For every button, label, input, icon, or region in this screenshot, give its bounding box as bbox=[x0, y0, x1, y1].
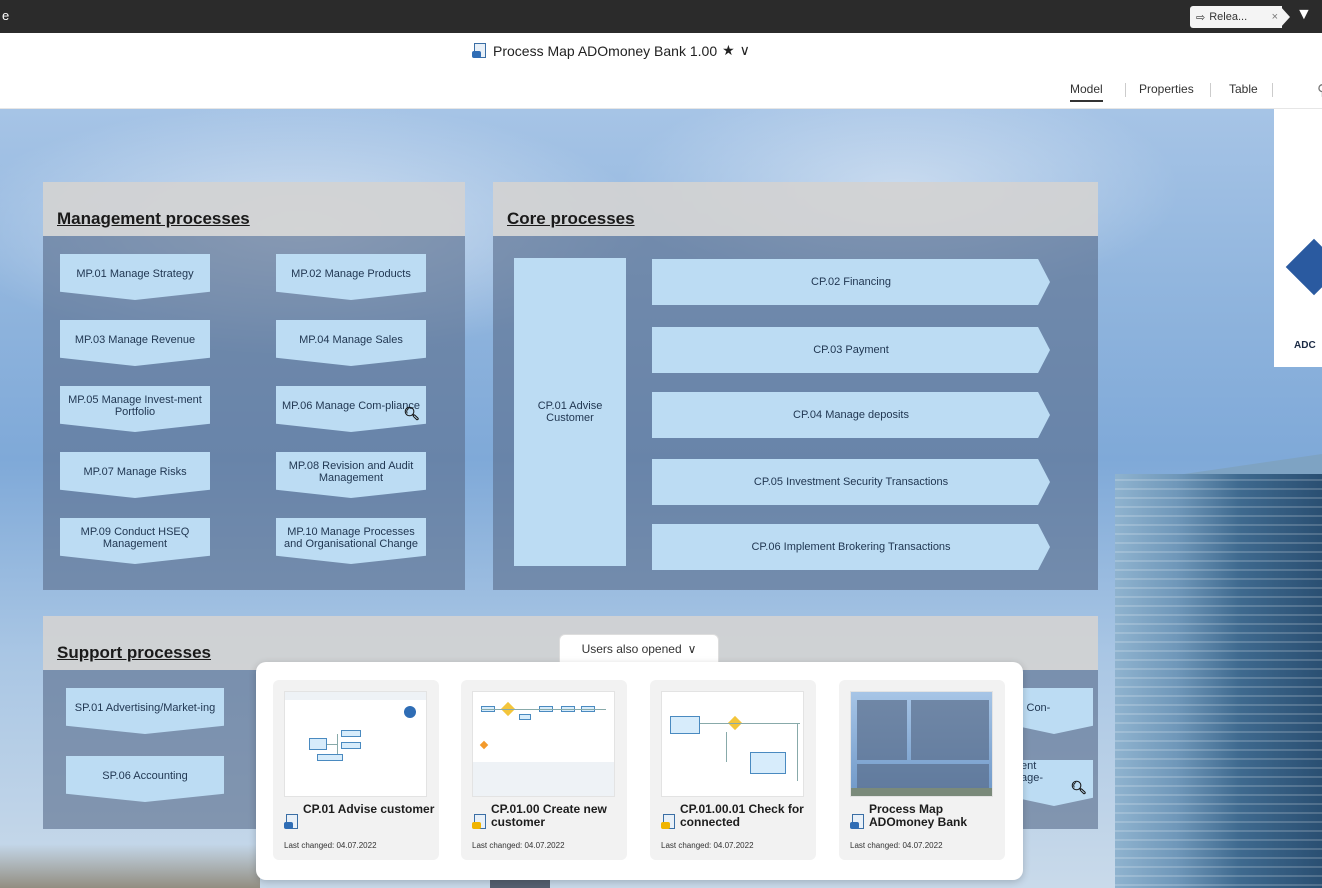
process-mp02[interactable]: MP.02 Manage Products bbox=[276, 254, 426, 300]
model-title: Process Map ADOmoney Bank 1.00 ★ ∨ bbox=[472, 42, 750, 59]
tab-table[interactable]: Table bbox=[1229, 82, 1258, 96]
tab-properties[interactable]: Properties bbox=[1139, 82, 1194, 96]
users-also-opened-toggle[interactable]: Users also opened ∨ bbox=[559, 634, 719, 662]
process-partial-right-2-line2: age- bbox=[1021, 772, 1044, 784]
tab-divider bbox=[1210, 83, 1211, 97]
logo-diamond-icon bbox=[1285, 238, 1322, 296]
background-city bbox=[0, 844, 260, 888]
process-sp01[interactable]: SP.01 Advertising/Market-ing bbox=[66, 688, 224, 734]
magnifier-icon[interactable]: 🔍︎ bbox=[403, 407, 420, 420]
process-mp10[interactable]: MP.10 Manage Processes and Organisationa… bbox=[276, 518, 426, 564]
process-mp08[interactable]: MP.08 Revision and Audit Management bbox=[276, 452, 426, 498]
process-icon bbox=[472, 814, 488, 830]
chevron-down-icon: ∨ bbox=[687, 641, 697, 656]
process-cp04[interactable]: CP.04 Manage deposits bbox=[652, 392, 1050, 438]
card-last-changed: Last changed: 04.07.2022 bbox=[850, 841, 943, 850]
process-mp07[interactable]: MP.07 Manage Risks bbox=[60, 452, 210, 498]
model-thumbnail bbox=[661, 691, 804, 797]
card-title: CP.01 Advise customer bbox=[303, 802, 435, 816]
process-mp06[interactable]: MP.06 Manage Com-pliance 🔍︎ bbox=[276, 386, 426, 432]
logo-panel: ADC bbox=[1274, 109, 1322, 367]
card-title: CP.01.00.01 Check for connected bbox=[680, 802, 804, 829]
model-thumbnail bbox=[284, 691, 427, 797]
process-mp03[interactable]: MP.03 Manage Revenue bbox=[60, 320, 210, 366]
release-icon: ⇨ bbox=[1196, 11, 1206, 24]
card-title: CP.01.00 Create new customer bbox=[491, 802, 607, 829]
process-sp06[interactable]: SP.06 Accounting bbox=[66, 756, 224, 802]
process-mp04[interactable]: MP.04 Manage Sales bbox=[276, 320, 426, 366]
model-thumbnail bbox=[850, 691, 993, 797]
app-topbar: e ⇨ Relea... × ▼ bbox=[0, 0, 1322, 33]
tab-model[interactable]: Model bbox=[1070, 82, 1103, 102]
process-mp05[interactable]: MP.05 Manage Invest-ment Portfolio bbox=[60, 386, 210, 432]
close-icon[interactable]: × bbox=[1272, 11, 1278, 23]
process-partial-right-2[interactable]: ent age- 🔍︎ bbox=[1015, 760, 1093, 806]
tab-divider bbox=[1272, 83, 1273, 97]
chevron-down-icon[interactable]: ∨ bbox=[740, 42, 750, 59]
management-processes-group: Management processes MP.01 Manage Strate… bbox=[43, 182, 465, 590]
tab-divider bbox=[1125, 83, 1126, 97]
process-mp06-label: MP.06 Manage Com-pliance bbox=[282, 400, 420, 412]
topbar-edge-text: e bbox=[2, 8, 10, 23]
core-processes-group: Core processes CP.01 Advise Customer CP.… bbox=[493, 182, 1098, 590]
support-processes-title[interactable]: Support processes bbox=[57, 643, 211, 663]
process-icon bbox=[661, 814, 677, 830]
background-building bbox=[1115, 474, 1322, 888]
recent-model-card[interactable]: CP.01.00 Create new customer Last change… bbox=[461, 680, 627, 860]
model-titlebar: Process Map ADOmoney Bank 1.00 ★ ∨ bbox=[0, 33, 1322, 71]
search-icon[interactable]: ⚲ bbox=[1317, 81, 1322, 99]
process-map-icon bbox=[850, 814, 866, 830]
logo-text: ADC bbox=[1294, 340, 1316, 351]
release-tab[interactable]: ⇨ Relea... × bbox=[1190, 6, 1282, 28]
model-title-text: Process Map ADOmoney Bank 1.00 bbox=[493, 42, 718, 59]
process-mp01[interactable]: MP.01 Manage Strategy bbox=[60, 254, 210, 300]
model-thumbnail bbox=[472, 691, 615, 797]
release-tab-label: Relea... bbox=[1209, 11, 1248, 23]
users-also-opened-panel: CP.01 Advise customer Last changed: 04.0… bbox=[256, 662, 1023, 880]
card-last-changed: Last changed: 04.07.2022 bbox=[661, 841, 754, 850]
process-cp01[interactable]: CP.01 Advise Customer bbox=[514, 258, 626, 566]
recent-model-card[interactable]: CP.01.00.01 Check for connected Last cha… bbox=[650, 680, 816, 860]
process-cp06[interactable]: CP.06 Implement Brokering Transactions bbox=[652, 524, 1050, 570]
card-title: Process Map ADOmoney Bank bbox=[869, 802, 968, 829]
release-tab-arrow bbox=[1280, 6, 1290, 28]
card-last-changed: Last changed: 04.07.2022 bbox=[284, 841, 377, 850]
process-cp05[interactable]: CP.05 Investment Security Transactions bbox=[652, 459, 1050, 505]
view-tabs: Model Properties Table ⚲ bbox=[0, 71, 1322, 109]
process-map-icon bbox=[284, 814, 300, 830]
process-map-icon bbox=[472, 42, 488, 59]
recent-model-card[interactable]: Process Map ADOmoney Bank Last changed: … bbox=[839, 680, 1005, 860]
magnifier-icon[interactable]: 🔍︎ bbox=[1070, 781, 1087, 794]
recent-model-card[interactable]: CP.01 Advise customer Last changed: 04.0… bbox=[273, 680, 439, 860]
users-also-opened-label: Users also opened bbox=[581, 641, 682, 656]
process-partial-right-1[interactable]: l Con- bbox=[1015, 688, 1093, 734]
process-cp02[interactable]: CP.02 Financing bbox=[652, 259, 1050, 305]
card-last-changed: Last changed: 04.07.2022 bbox=[472, 841, 565, 850]
core-processes-title[interactable]: Core processes bbox=[507, 209, 635, 229]
filter-icon[interactable]: ▼ bbox=[1296, 6, 1312, 26]
process-mp09[interactable]: MP.09 Conduct HSEQ Management bbox=[60, 518, 210, 564]
process-partial-right-2-line1: ent bbox=[1021, 760, 1037, 772]
favorite-star-icon[interactable]: ★ bbox=[722, 42, 735, 59]
management-processes-title[interactable]: Management processes bbox=[57, 209, 250, 229]
process-cp03[interactable]: CP.03 Payment bbox=[652, 327, 1050, 373]
